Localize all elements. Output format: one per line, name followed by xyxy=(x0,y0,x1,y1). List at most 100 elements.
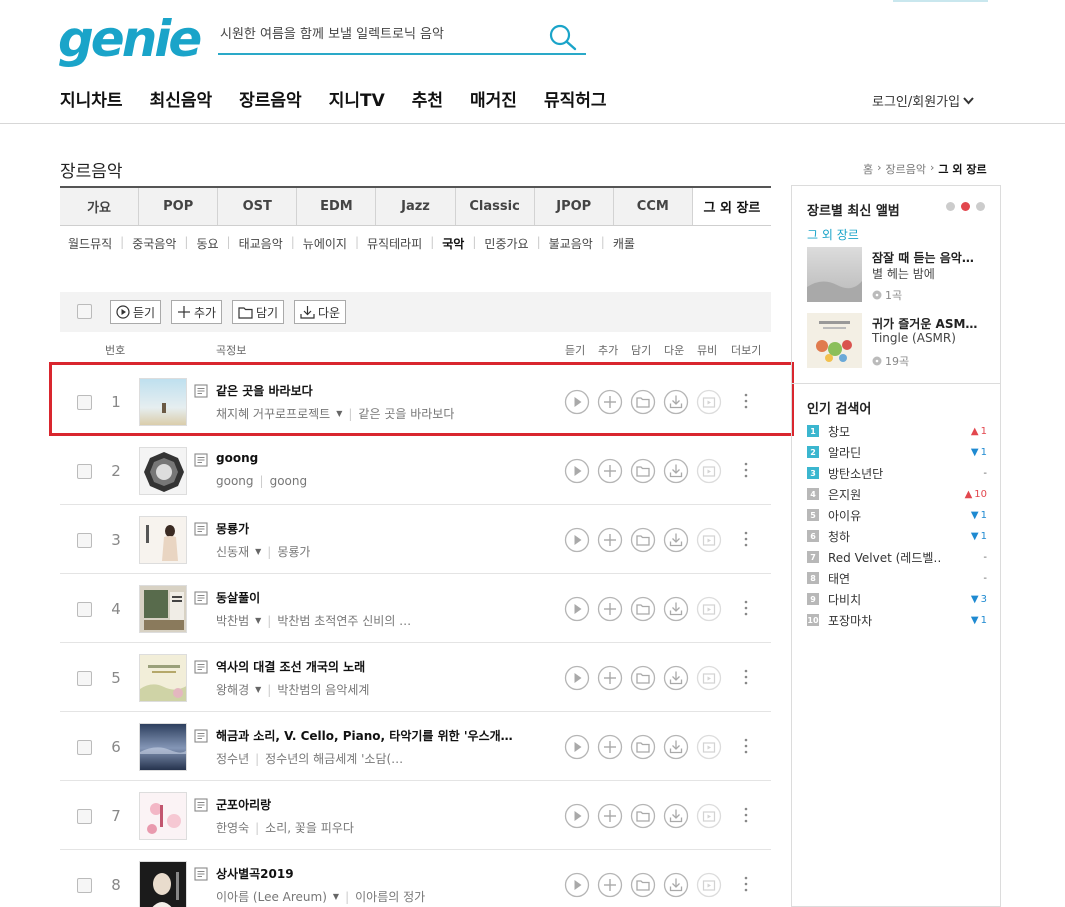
save-button[interactable] xyxy=(630,527,656,553)
more-options-icon[interactable] xyxy=(741,874,751,894)
download-button[interactable] xyxy=(663,596,689,622)
nav-genie-tv[interactable]: 지니TV xyxy=(329,86,385,111)
save-button[interactable] xyxy=(630,734,656,760)
lyrics-icon[interactable] xyxy=(194,591,208,605)
song-artist[interactable]: 이아름 (Lee Areum) xyxy=(216,888,327,905)
album-cover[interactable] xyxy=(807,247,862,302)
add-button[interactable] xyxy=(597,527,623,553)
more-options-icon[interactable] xyxy=(741,529,751,549)
play-button[interactable] xyxy=(564,527,590,553)
keyword-item[interactable]: 3 방탄소년단 - xyxy=(807,464,987,482)
save-selected-button[interactable]: 담기 xyxy=(232,300,285,324)
album-thumbnail[interactable] xyxy=(139,723,187,771)
save-button[interactable] xyxy=(630,665,656,691)
more-options-icon[interactable] xyxy=(741,460,751,480)
song-artist[interactable]: 신동재 xyxy=(216,543,249,560)
add-selected-button[interactable]: 추가 xyxy=(171,300,223,324)
keyword-text[interactable]: 창모 xyxy=(828,423,940,440)
song-title[interactable]: 군포아리랑 xyxy=(216,796,271,813)
keyword-item[interactable]: 1 창모 ▲ 1 xyxy=(807,422,987,440)
download-button[interactable] xyxy=(663,803,689,829)
latest-album-item[interactable]: 잠잘 때 듣는 음악… 별 헤는 밤에 1곡 xyxy=(807,247,997,305)
keyword-text[interactable]: 알라딘 xyxy=(828,444,940,461)
sub-genre-link[interactable]: 뉴에이지 xyxy=(303,235,347,252)
lyrics-icon[interactable] xyxy=(194,867,208,881)
nav-latest-music[interactable]: 최신음악 xyxy=(150,86,213,111)
carousel-dot[interactable] xyxy=(946,202,955,211)
song-album[interactable]: 박찬범의 음악세계 xyxy=(277,681,369,698)
song-artist[interactable]: goong xyxy=(216,474,254,488)
play-button[interactable] xyxy=(564,458,590,484)
lyrics-icon[interactable] xyxy=(194,660,208,674)
save-button[interactable] xyxy=(630,803,656,829)
carousel-dot-active[interactable] xyxy=(961,202,970,211)
song-artist[interactable]: 왕해경 xyxy=(216,681,249,698)
latest-albums-genre[interactable]: 그 외 장르 xyxy=(807,226,859,243)
sub-genre-link[interactable]: 뮤직테라피 xyxy=(367,235,422,252)
song-artist[interactable]: 한영숙 xyxy=(216,819,249,836)
album-thumbnail[interactable] xyxy=(139,792,187,840)
play-button[interactable] xyxy=(564,803,590,829)
download-button[interactable] xyxy=(663,527,689,553)
play-button[interactable] xyxy=(564,872,590,898)
keyword-text[interactable]: 아이유 xyxy=(828,507,940,524)
sub-genre-link[interactable]: 중국음악 xyxy=(132,235,176,252)
album-thumbnail[interactable] xyxy=(139,516,187,564)
tab-classic[interactable]: Classic xyxy=(455,188,535,225)
carousel-dot[interactable] xyxy=(976,202,985,211)
tab-kpop[interactable]: 가요 xyxy=(60,188,140,225)
keyword-text[interactable]: 방탄소년단 xyxy=(828,465,940,482)
song-title[interactable]: 역사의 대결 조선 개국의 노래 xyxy=(216,658,365,675)
song-checkbox[interactable] xyxy=(77,809,92,824)
keyword-item[interactable]: 6 청하 ▼ 1 xyxy=(807,527,987,545)
tab-other-genres[interactable]: 그 외 장르 xyxy=(692,188,771,225)
song-checkbox[interactable] xyxy=(77,671,92,686)
sub-genre-link[interactable]: 동요 xyxy=(196,235,218,252)
search-icon[interactable] xyxy=(548,23,578,51)
sub-genre-link[interactable]: 태교음악 xyxy=(239,235,283,252)
tab-pop[interactable]: POP xyxy=(139,188,219,225)
download-button[interactable] xyxy=(663,872,689,898)
song-checkbox[interactable] xyxy=(77,878,92,893)
latest-album-item[interactable]: 귀가 즐거운 ASM… Tingle (ASMR) 19곡 xyxy=(807,313,997,371)
download-selected-button[interactable]: 다운 xyxy=(294,300,347,324)
nav-genre-music[interactable]: 장르음악 xyxy=(239,86,302,111)
breadcrumb-home[interactable]: 홈 xyxy=(863,161,873,177)
nav-genie-chart[interactable]: 지니차트 xyxy=(60,86,123,111)
keyword-item[interactable]: 2 알라딘 ▼ 1 xyxy=(807,443,987,461)
save-button[interactable] xyxy=(630,872,656,898)
song-checkbox[interactable] xyxy=(77,740,92,755)
keyword-item[interactable]: 10 포장마차 ▼ 1 xyxy=(807,611,987,629)
keyword-item[interactable]: 8 태연 - xyxy=(807,569,987,587)
artist-dropdown-icon[interactable]: ▼ xyxy=(255,547,261,556)
song-checkbox[interactable] xyxy=(77,464,92,479)
nav-magazine[interactable]: 매거진 xyxy=(470,86,517,111)
album-artist[interactable]: 별 헤는 밤에 xyxy=(872,265,935,282)
play-button[interactable] xyxy=(564,665,590,691)
more-options-icon[interactable] xyxy=(741,805,751,825)
add-button[interactable] xyxy=(597,734,623,760)
artist-dropdown-icon[interactable]: ▼ xyxy=(333,892,339,901)
lyrics-icon[interactable] xyxy=(194,522,208,536)
breadcrumb-genre[interactable]: 장르음악 xyxy=(886,161,926,177)
album-thumbnail[interactable] xyxy=(139,654,187,702)
keyword-item[interactable]: 9 다비치 ▼ 3 xyxy=(807,590,987,608)
album-thumbnail[interactable] xyxy=(139,585,187,633)
sub-genre-link[interactable]: 불교음악 xyxy=(549,235,593,252)
song-artist[interactable]: 정수년 xyxy=(216,750,249,767)
play-selected-button[interactable]: 듣기 xyxy=(110,300,162,324)
login-menu[interactable]: 로그인/회원가입 xyxy=(872,91,974,110)
save-button[interactable] xyxy=(630,458,656,484)
song-title[interactable]: goong xyxy=(216,451,258,465)
song-title[interactable]: 해금과 소리, V. Cello, Piano, 타악기를 위한 '우스개… xyxy=(216,727,513,744)
album-thumbnail[interactable] xyxy=(139,861,187,907)
keyword-item[interactable]: 5 아이유 ▼ 1 xyxy=(807,506,987,524)
album-title[interactable]: 잠잘 때 듣는 음악… xyxy=(872,249,990,266)
song-checkbox[interactable] xyxy=(77,602,92,617)
album-thumbnail[interactable] xyxy=(139,447,187,495)
song-album[interactable]: 박찬범 초적연주 신비의 … xyxy=(277,612,411,629)
sub-genre-link[interactable]: 월드뮤직 xyxy=(68,235,112,252)
lyrics-icon[interactable] xyxy=(194,798,208,812)
sub-genre-link[interactable]: 국악 xyxy=(442,235,464,252)
add-button[interactable] xyxy=(597,665,623,691)
